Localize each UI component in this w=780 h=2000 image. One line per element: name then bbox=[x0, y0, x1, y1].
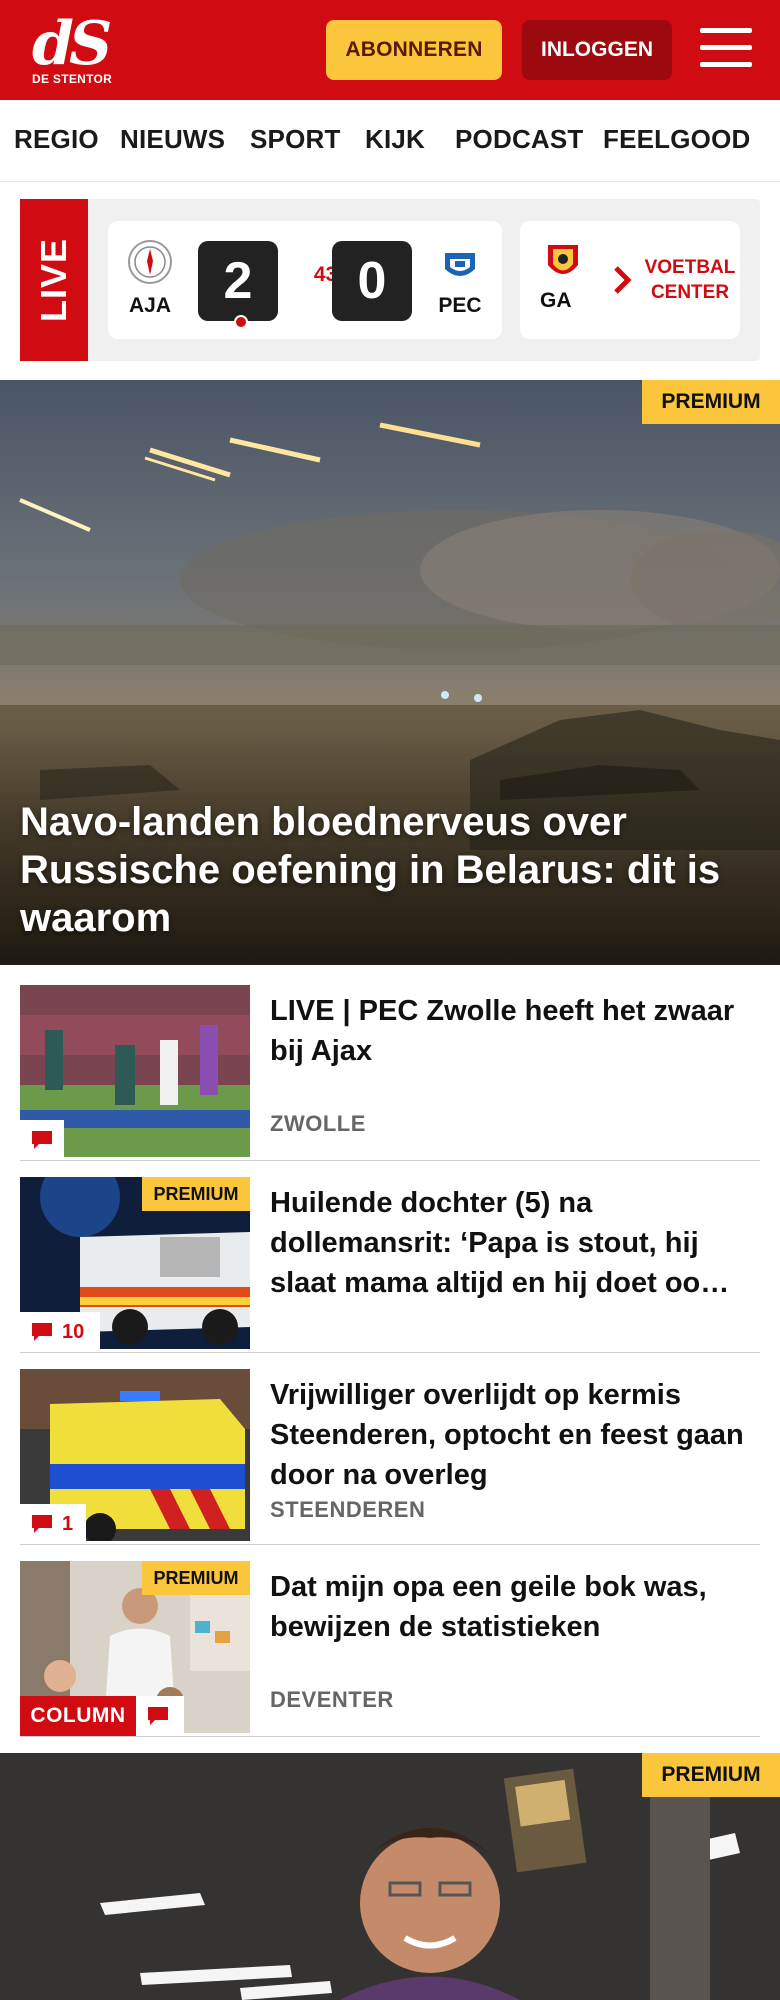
column-tag: COLUMN bbox=[20, 1696, 136, 1736]
ajax-crest-icon bbox=[128, 240, 172, 284]
article-title: Vrijwilliger overlijdt op kermis Steende… bbox=[270, 1379, 744, 1491]
comment-icon bbox=[32, 1323, 52, 1341]
comment-icon bbox=[148, 1707, 168, 1725]
premium-badge: PREMIUM bbox=[142, 1177, 250, 1211]
comment-icon bbox=[32, 1515, 52, 1533]
chevron-right-icon bbox=[614, 266, 632, 294]
article-item[interactable]: LIVE | PEC Zwolle heeft het zwaar bij Aj… bbox=[20, 985, 760, 1161]
live-scores-bar: LIVE AJA 2 43' 0 PEC GA VOETBAL CENTER bbox=[20, 199, 760, 361]
premium-badge: PREMIUM bbox=[642, 1753, 780, 1797]
home-score: 2 bbox=[198, 241, 278, 329]
live-indicator-dot bbox=[234, 315, 248, 329]
site-logo[interactable]: dS DE STENTOR bbox=[32, 9, 122, 88]
pec-zwolle-crest-icon bbox=[445, 253, 475, 276]
article-location: ZWOLLE bbox=[270, 1111, 366, 1136]
article-item[interactable]: 1 Vrijwilliger overlijdt op kermis Steen… bbox=[20, 1369, 760, 1545]
home-team-abbr: AJA bbox=[128, 294, 171, 317]
comment-count: 10 bbox=[62, 1320, 85, 1343]
logo-mark: dS bbox=[32, 9, 112, 79]
away-team: PEC bbox=[430, 239, 490, 318]
nav-item-sport[interactable]: SPORT bbox=[250, 124, 341, 155]
login-button[interactable]: INLOGGEN bbox=[522, 20, 672, 80]
hero-title: Navo-landen bloednerveus over Russische … bbox=[20, 800, 721, 940]
article-item[interactable]: PREMIUM COLUMN Dat mijn opa een geile bo… bbox=[20, 1561, 760, 1737]
premium-badge: PREMIUM bbox=[642, 380, 780, 424]
nav-item-nieuws[interactable]: NIEUWS bbox=[120, 124, 225, 155]
live-match-card[interactable]: AJA 2 43' 0 PEC bbox=[108, 221, 502, 339]
comment-tag bbox=[20, 1120, 64, 1160]
away-team-abbr: PEC bbox=[438, 294, 482, 317]
comment-tag bbox=[136, 1696, 184, 1736]
comment-tag: 10 bbox=[20, 1312, 100, 1352]
article-location: DEVENTER bbox=[270, 1687, 394, 1712]
go-ahead-crest-icon bbox=[548, 245, 578, 274]
hamburger-menu-icon[interactable] bbox=[700, 28, 752, 72]
logo-subtitle: DE STENTOR bbox=[32, 72, 113, 86]
comment-count: 1 bbox=[62, 1512, 74, 1535]
nav-item-feelgood[interactable]: FEELGOOD bbox=[603, 124, 751, 155]
voetbal-center-link[interactable]: VOETBAL CENTER bbox=[640, 221, 740, 339]
nav-fade bbox=[750, 100, 780, 181]
comment-icon bbox=[32, 1131, 52, 1149]
article-title: LIVE | PEC Zwolle heeft het zwaar bij Aj… bbox=[270, 995, 735, 1067]
article-item[interactable]: PREMIUM 10 Huilende dochter (5) na dolle… bbox=[20, 1177, 760, 1353]
next-match-card[interactable]: GA bbox=[520, 221, 594, 339]
site-header: dS DE STENTOR ABONNEREN INLOGGEN bbox=[0, 0, 780, 100]
article-location: STEENDEREN bbox=[270, 1497, 426, 1522]
subscribe-button[interactable]: ABONNEREN bbox=[326, 20, 502, 80]
home-team: AJA bbox=[120, 239, 180, 318]
next-team-abbr: GA bbox=[540, 289, 572, 312]
nav-item-regio[interactable]: REGIO bbox=[14, 124, 99, 155]
featured-article[interactable]: PREMIUM bbox=[0, 1753, 780, 2000]
comment-tag: 1 bbox=[20, 1504, 86, 1544]
article-title: Huilende dochter (5) na dollemansrit: ‘P… bbox=[270, 1187, 730, 1299]
away-score: 0 bbox=[332, 241, 412, 321]
premium-badge: PREMIUM bbox=[142, 1561, 250, 1595]
section-nav: REGIO NIEUWS SPORT KIJK PODCAST FEELGOOD bbox=[0, 100, 780, 182]
live-tag: LIVE bbox=[20, 199, 88, 361]
nav-item-podcast[interactable]: PODCAST bbox=[455, 124, 584, 155]
hero-article[interactable]: PREMIUM Navo-landen bloednerveus over Ru… bbox=[0, 380, 780, 965]
nav-item-kijk[interactable]: KIJK bbox=[365, 124, 425, 155]
article-title: Dat mijn opa een geile bok was, bewijzen… bbox=[270, 1571, 707, 1643]
